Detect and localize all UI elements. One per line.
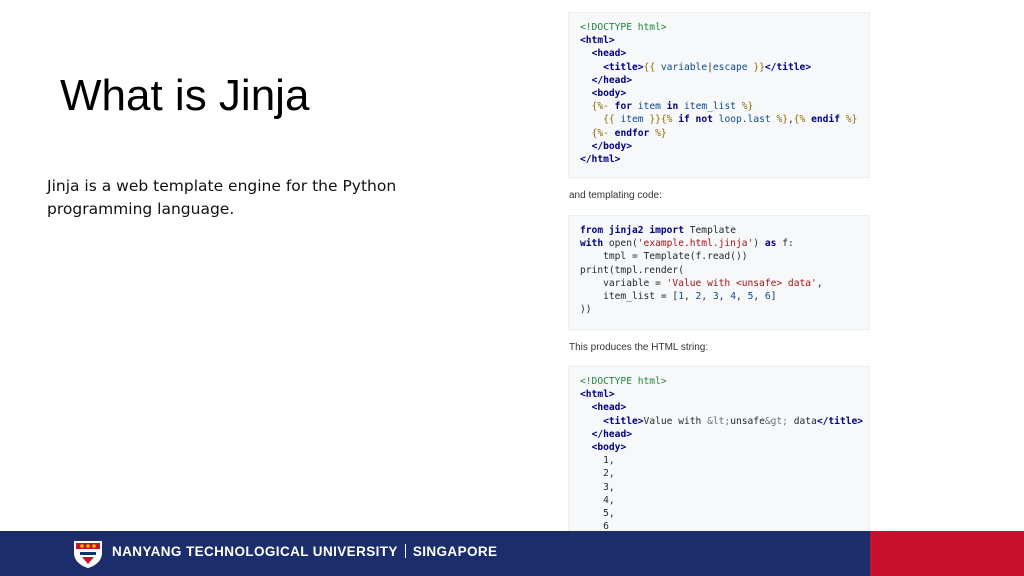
- description-line-2: programming language.: [47, 200, 235, 218]
- description-line-1: Jinja is a web template engine for the P…: [47, 177, 397, 195]
- footer-accent: [870, 531, 1024, 576]
- python-code-block: from jinja2 import Template with open('ex…: [568, 215, 870, 330]
- ntu-crest-icon: [74, 541, 102, 568]
- template-code-block: <!DOCTYPE html> <html> <head> <title>{{ v…: [568, 12, 870, 178]
- caption-produces: This produces the HTML string:: [569, 342, 709, 353]
- caption-templating-code: and templating code:: [569, 190, 662, 201]
- slide-title: What is Jinja: [60, 71, 310, 120]
- footer-university-name: NANYANG TECHNOLOGICAL UNIVERSITY SINGAPOR…: [112, 544, 497, 559]
- footer-location: SINGAPORE: [412, 544, 498, 559]
- slide-description: Jinja is a web template engine for the P…: [47, 175, 427, 221]
- footer-separator: [404, 544, 406, 558]
- footer-university: NANYANG TECHNOLOGICAL UNIVERSITY: [112, 544, 398, 559]
